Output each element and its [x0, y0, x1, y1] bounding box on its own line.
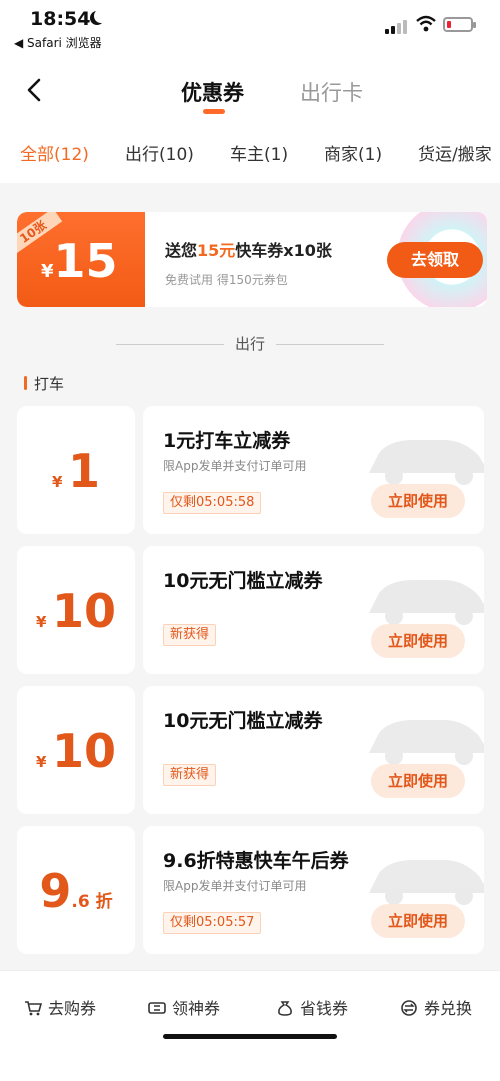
tab-exchange[interactable]: 券兑换 — [400, 995, 472, 1019]
banner-amount-value: 15 — [53, 234, 118, 288]
coupon-amount-panel: ¥ 10 — [17, 546, 135, 674]
coupon-amount-value: 10 — [52, 724, 117, 778]
group-label-taxi: 打车 — [24, 373, 64, 394]
coupon-card[interactable]: ¥ 10 10元无门槛立减券 新获得 立即使用 — [17, 686, 484, 814]
status-time: 18:54 — [30, 8, 91, 30]
tab-travel-card[interactable]: 出行卡 — [300, 77, 363, 107]
coupon-amount-panel: ¥ 1 — [17, 406, 135, 534]
divider-right — [276, 344, 384, 345]
banner-yen: ¥ — [41, 261, 54, 282]
coupon-amount: ¥ 1 — [17, 444, 135, 498]
car-icon — [369, 440, 484, 485]
use-now-button[interactable]: 立即使用 — [371, 484, 465, 518]
ticket-icon — [148, 1002, 166, 1014]
banner-title: 送您15元快车券x10张 — [165, 237, 332, 261]
coupon-desc: 限App发单并支付订单可用 — [163, 459, 307, 473]
car-icon — [369, 860, 484, 905]
coupon-new-tag: 新获得 — [163, 764, 217, 786]
coupon-amount: ¥ 10 — [17, 584, 135, 638]
tab-label: 省钱券 — [300, 999, 349, 1018]
tab-save-money[interactable]: 省钱券 — [276, 995, 348, 1019]
exchange-icon — [401, 1000, 417, 1016]
coupon-title: 9.6折特惠快车午后券 — [163, 850, 349, 872]
banner-subtitle: 免费试用 得150元券包 — [165, 273, 288, 287]
coupon-title: 1元打车立减券 — [163, 430, 291, 452]
car-icon — [369, 580, 484, 625]
bottom-tab-bar: 去购券 领神券 省钱券 券兑换 — [0, 970, 500, 1081]
status-bar: 18:54 ◀ Safari 浏览器 — [0, 0, 500, 55]
filter-all[interactable]: 全部(12) — [20, 140, 89, 165]
use-now-button[interactable]: 立即使用 — [371, 764, 465, 798]
coupon-amount-panel: ¥ 10 — [17, 686, 135, 814]
banner-title-highlight: 15元 — [197, 241, 236, 260]
filter-bar: 全部(12) 出行(10) 车主(1) 商家(1) 货运/搬家 — [0, 125, 500, 183]
banner-text: 送您15元快车券x10张 免费试用 得150元券包 — [165, 237, 332, 288]
tab-coupons[interactable]: 优惠券 — [181, 77, 244, 107]
car-icon — [369, 720, 484, 765]
filter-freight[interactable]: 货运/搬家 — [418, 140, 492, 165]
use-now-button[interactable]: 立即使用 — [371, 624, 465, 658]
home-indicator — [163, 1034, 337, 1039]
coupon-countdown-tag: 仅剩05:05:58 — [163, 492, 262, 514]
filter-travel[interactable]: 出行(10) — [125, 140, 194, 165]
coupon-amount-value: 9 — [39, 864, 72, 918]
banner-title-post: 快车券x10张 — [235, 241, 332, 260]
coupon-card[interactable]: ¥ 1 1元打车立减券 限App发单并支付订单可用 仅剩05:05:58 立即使… — [17, 406, 484, 534]
coupon-info-panel: 10元无门槛立减券 新获得 立即使用 — [143, 546, 484, 674]
nav-bar: 优惠券 出行卡 — [0, 55, 500, 125]
promo-banner: 10张 ¥15 送您15元快车券x10张 免费试用 得150元券包 去领取 — [17, 212, 487, 307]
coupon-discount-suffix: .6 折 — [71, 892, 113, 912]
coupon-amount-value: 1 — [68, 444, 101, 498]
cart-icon — [25, 1001, 42, 1016]
coupon-title: 10元无门槛立减券 — [163, 710, 323, 732]
filter-merchant[interactable]: 商家(1) — [324, 140, 382, 165]
tab-get-coupons[interactable]: 领神券 — [148, 995, 220, 1019]
coupon-info-panel: 1元打车立减券 限App发单并支付订单可用 仅剩05:05:58 立即使用 — [143, 406, 484, 534]
moon-icon — [94, 9, 108, 23]
money-bag-icon — [278, 1001, 292, 1016]
tab-label: 去购券 — [48, 999, 97, 1018]
coupon-yen: ¥ — [35, 753, 47, 771]
coupon-countdown-tag: 仅剩05:05:57 — [163, 912, 262, 934]
coupon-amount: ¥ 10 — [17, 724, 135, 778]
banner-title-pre: 送您 — [165, 241, 198, 260]
back-arrow-icon[interactable] — [22, 77, 48, 103]
back-to-app-link[interactable]: ◀ Safari 浏览器 — [14, 34, 102, 51]
claim-button[interactable]: 去领取 — [387, 242, 483, 278]
active-tab-indicator — [203, 109, 225, 114]
coupon-info-panel: 9.6折特惠快车午后券 限App发单并支付订单可用 仅剩05:05:57 立即使… — [143, 826, 484, 954]
coupon-title: 10元无门槛立减券 — [163, 570, 323, 592]
coupon-yen: ¥ — [35, 613, 47, 631]
coupon-info-panel: 10元无门槛立减券 新获得 立即使用 — [143, 686, 484, 814]
coupon-desc: 限App发单并支付订单可用 — [163, 879, 307, 893]
coupon-amount: 9.6 折 — [17, 864, 135, 918]
signal-icon — [385, 20, 409, 34]
coupon-amount-panel: 9.6 折 — [17, 826, 135, 954]
battery-icon — [443, 17, 476, 32]
section-title: 出行 — [234, 335, 265, 353]
coupon-card[interactable]: 9.6 折 9.6折特惠快车午后券 限App发单并支付订单可用 仅剩05:05:… — [17, 826, 484, 954]
use-now-button[interactable]: 立即使用 — [371, 904, 465, 938]
tab-label: 券兑换 — [424, 999, 473, 1018]
coupon-yen: ¥ — [51, 473, 63, 491]
tab-label: 领神券 — [172, 999, 221, 1018]
coupon-new-tag: 新获得 — [163, 624, 217, 646]
tab-buy-coupons[interactable]: 去购券 — [24, 995, 96, 1019]
coupon-amount-value: 10 — [52, 584, 117, 638]
coupon-card[interactable]: ¥ 10 10元无门槛立减券 新获得 立即使用 — [17, 546, 484, 674]
banner-amount-panel: 10张 ¥15 — [17, 212, 145, 307]
filter-car-owner[interactable]: 车主(1) — [230, 140, 288, 165]
banner-amount: ¥15 — [41, 234, 118, 288]
wifi-icon — [416, 15, 436, 32]
